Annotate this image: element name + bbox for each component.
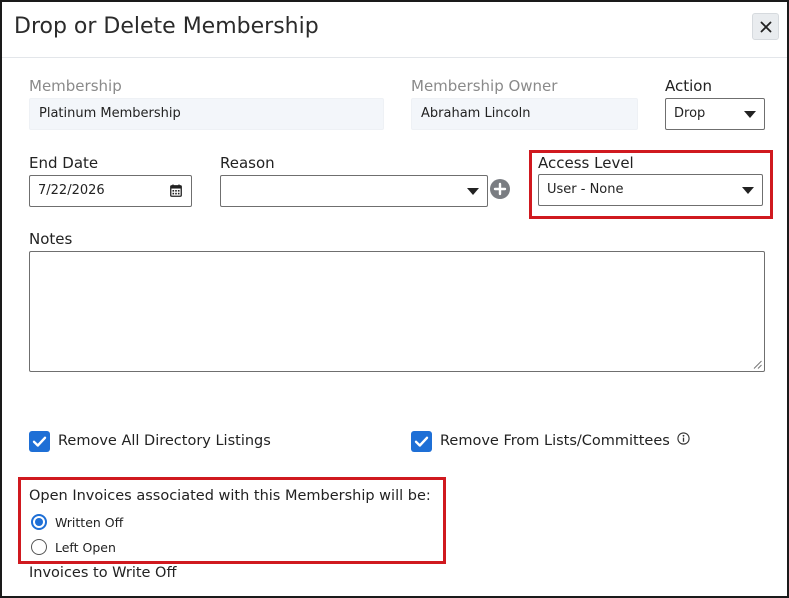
left-open-label: Left Open (55, 540, 116, 555)
dialog-header: Drop or Delete Membership (2, 2, 787, 58)
notes-label: Notes (29, 230, 73, 248)
membership-field: Platinum Membership (29, 98, 384, 130)
remove-lists-checkbox[interactable] (411, 431, 432, 452)
invoices-prompt: Open Invoices associated with this Membe… (29, 488, 431, 504)
access-level-value: User - None (547, 182, 624, 197)
left-open-radio[interactable] (31, 539, 47, 555)
reason-label: Reason (220, 154, 275, 172)
invoices-write-off-heading: Invoices to Write Off (29, 565, 177, 581)
membership-label: Membership (29, 77, 122, 95)
action-label: Action (665, 77, 712, 95)
written-off-label: Written Off (55, 515, 124, 530)
chevron-down-icon (467, 188, 479, 195)
membership-owner-field: Abraham Lincoln (411, 98, 638, 130)
drop-membership-dialog: Drop or Delete Membership Membership Pla… (0, 0, 789, 598)
close-button[interactable] (752, 13, 779, 40)
end-date-input[interactable]: 7/22/2026 (29, 175, 192, 207)
action-select[interactable]: Drop (665, 98, 765, 130)
remove-directory-label: Remove All Directory Listings (58, 433, 271, 449)
access-level-label: Access Level (538, 154, 634, 172)
end-date-label: End Date (29, 154, 99, 172)
access-level-select[interactable]: User - None (538, 174, 763, 206)
plus-circle-icon[interactable] (490, 179, 510, 199)
end-date-value: 7/22/2026 (38, 183, 105, 198)
reason-select[interactable] (220, 175, 488, 207)
dialog-title: Drop or Delete Membership (14, 14, 319, 39)
resize-handle-icon[interactable] (753, 360, 762, 369)
checkmark-icon (32, 436, 47, 447)
checkmark-icon (414, 436, 429, 447)
chevron-down-icon (744, 111, 756, 118)
close-icon (760, 21, 771, 32)
plus-icon (493, 182, 507, 196)
notes-textarea[interactable] (29, 251, 765, 372)
written-off-radio[interactable] (31, 514, 47, 530)
membership-owner-label: Membership Owner (411, 77, 558, 95)
chevron-down-icon (742, 187, 754, 194)
info-icon[interactable] (677, 432, 690, 445)
remove-directory-checkbox[interactable] (29, 431, 50, 452)
remove-lists-label: Remove From Lists/Committees (440, 433, 670, 449)
calendar-icon[interactable] (170, 184, 182, 197)
action-select-value: Drop (674, 106, 706, 121)
